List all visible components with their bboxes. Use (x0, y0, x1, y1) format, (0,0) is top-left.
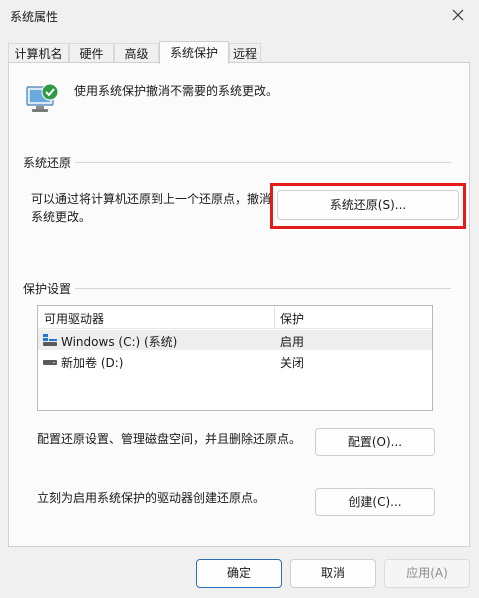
system-protection-icon (26, 83, 59, 112)
drive-name: 新加卷 (D:) (61, 356, 124, 370)
drive-protection-status: 启用 (280, 335, 305, 349)
close-button[interactable] (443, 2, 473, 28)
configure-description: 配置还原设置、管理磁盘空间，并且删除还原点。 (37, 432, 302, 446)
drive-icon (43, 360, 57, 365)
system-restore-description-line1: 可以通过将计算机还原到上一个还原点，撤消 (31, 192, 272, 206)
system-restore-divider (23, 162, 451, 163)
column-divider[interactable] (274, 306, 275, 328)
tab-hardware[interactable]: 硬件 (69, 43, 114, 63)
system-restore-description: 可以通过将计算机还原到上一个还原点，撤消 系统更改。 (31, 190, 271, 226)
window-title: 系统属性 (10, 10, 59, 24)
system-protection-panel: 使用系统保护撤消不需要的系统更改。 系统还原 可以通过将计算机还原到上一个还原点… (8, 62, 470, 547)
system-restore-group-label: 系统还原 (23, 154, 76, 171)
drive-name: Windows (C:) (系统) (61, 335, 178, 349)
tab-advanced[interactable]: 高级 (114, 43, 159, 63)
drive-row-c[interactable]: Windows (C:) (系统) 启用 (38, 330, 432, 350)
drive-row-d[interactable]: 新加卷 (D:) 关闭 (38, 351, 432, 371)
apply-button[interactable]: 应用(A) (384, 559, 470, 588)
intro-text: 使用系统保护撤消不需要的系统更改。 (74, 84, 279, 98)
drive-list-header: 可用驱动器 保护 (38, 306, 432, 329)
title-bar: 系统属性 (0, 0, 479, 32)
create-description: 立刻为启用系统保护的驱动器创建还原点。 (37, 491, 266, 505)
protection-settings-divider (23, 288, 451, 289)
cancel-button[interactable]: 取消 (290, 559, 376, 588)
system-restore-description-line2: 系统更改。 (31, 210, 92, 224)
close-icon (452, 9, 464, 21)
column-header-protection[interactable]: 保护 (280, 310, 304, 327)
drive-list[interactable]: 可用驱动器 保护 Windows (C:) (系统) 启用 新加卷 (D:) 关… (37, 305, 433, 411)
tab-system-protection[interactable]: 系统保护 (159, 41, 229, 64)
drive-protection-status: 关闭 (280, 356, 305, 370)
create-button[interactable]: 创建(C)... (315, 488, 435, 516)
configure-button[interactable]: 配置(O)... (315, 428, 435, 456)
windows-drive-icon (43, 334, 57, 346)
highlight-box (270, 183, 466, 229)
tab-remote[interactable]: 远程 (229, 43, 261, 63)
protection-settings-group-label: 保护设置 (23, 280, 76, 297)
column-header-drive[interactable]: 可用驱动器 (44, 310, 104, 327)
ok-button[interactable]: 确定 (196, 559, 282, 588)
tab-computer-name[interactable]: 计算机名 (8, 43, 69, 63)
